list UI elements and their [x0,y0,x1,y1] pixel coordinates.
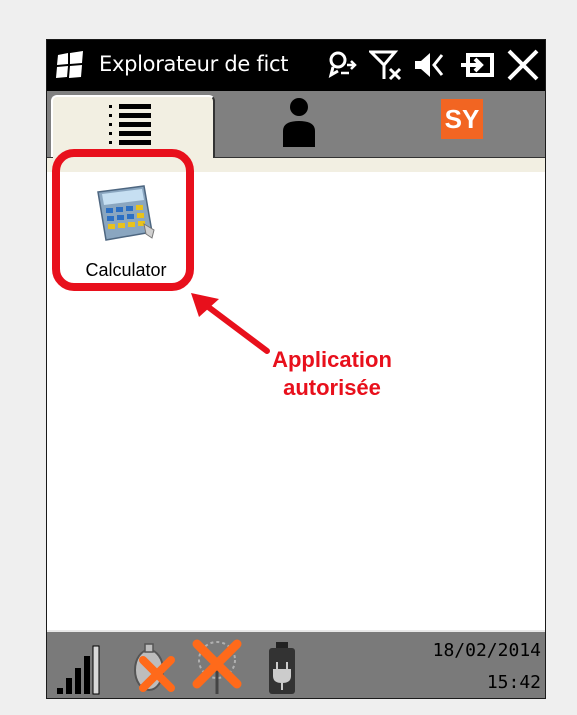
sy-badge: SY [441,99,483,139]
sync-icon[interactable] [327,49,363,81]
tab-sy[interactable]: SY [381,91,545,157]
tab-strip: SY [47,91,545,159]
annotation-label: Application autorisée [232,346,432,402]
volume-icon[interactable] [412,49,446,81]
ok-icon[interactable] [459,49,497,81]
windows-flag-icon[interactable] [55,51,85,79]
window-title: Explorateur de fict [99,52,289,76]
annotation-line-2: autorisée [283,375,381,400]
wireless-disabled-icon[interactable] [187,638,249,696]
tab-contacts[interactable] [217,91,381,157]
no-signal-icon[interactable] [369,49,405,81]
signal-bars-icon [57,645,100,695]
person-icon [283,98,315,147]
battery-plug-icon [269,642,295,694]
status-time: 15:42 [486,672,541,693]
status-bar: 18/02/2014 15:42 [47,630,545,698]
status-date: 18/02/2014 [432,640,541,661]
list-icon [109,104,151,145]
gps-disabled-icon[interactable] [125,640,181,696]
highlight-box [52,149,194,291]
annotation-line-1: Application [272,347,392,372]
close-icon[interactable] [505,49,541,81]
title-bar: Explorateur de fict [47,40,545,91]
